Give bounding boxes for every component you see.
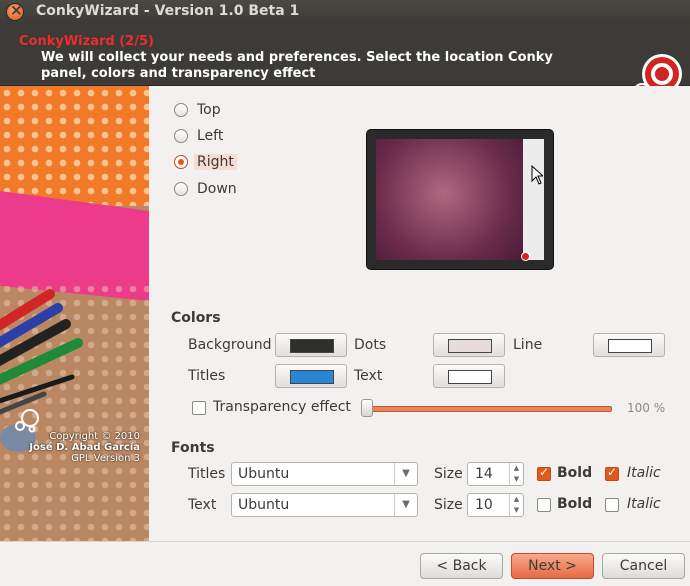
wizard-step: ConkyWizard (2/5) [19, 34, 154, 49]
spinner-arrows-icon[interactable]: ▲ ▼ [509, 494, 523, 516]
window-title: ConkyWizard - Version 1.0 Beta 1 [36, 3, 300, 19]
title-bar: ConkyWizard - Version 1.0 Beta 1 [0, 0, 690, 24]
text-font-value: Ubuntu [238, 497, 290, 513]
titles-color-label: Titles [188, 368, 226, 384]
titles-color-button[interactable] [275, 364, 347, 388]
titles-size-label: Size [434, 466, 463, 482]
credit-line: José D. Abad García [29, 442, 140, 453]
radio-left[interactable]: Left [174, 126, 223, 146]
wizard-header: ConkyWizard (2/5) We will collect your n… [0, 24, 690, 104]
titles-font-value: Ubuntu [238, 466, 290, 482]
cancel-button[interactable]: Cancel [602, 553, 685, 579]
text-size-label: Size [434, 497, 463, 513]
titles-italic-label: Italic [627, 465, 661, 481]
chevron-down-icon: ▼ [394, 463, 417, 485]
text-italic-checkbox[interactable] [605, 498, 619, 512]
text-size-value: 10 [475, 497, 493, 513]
spinner-arrows-icon[interactable]: ▲ ▼ [509, 463, 523, 485]
dots-label: Dots [354, 337, 387, 353]
radio-button[interactable] [174, 129, 188, 143]
titles-bold-checkbox[interactable] [537, 465, 551, 481]
text-size-spinner[interactable]: 10 ▲ ▼ [467, 493, 524, 517]
next-button[interactable]: Next > [511, 553, 594, 579]
position-preview [367, 130, 553, 269]
text-bold-label: Bold [557, 496, 593, 512]
transparency-value: 100 % [627, 401, 666, 415]
text-font-select[interactable]: Ubuntu ▼ [231, 493, 418, 517]
dots-swatch [448, 339, 492, 353]
pens-image [0, 86, 149, 541]
text-swatch [448, 370, 492, 384]
credit-line: Copyright © 2010 [49, 431, 140, 442]
titles-size-spinner[interactable]: 14 ▲ ▼ [467, 462, 524, 486]
colors-heading: Colors [171, 310, 221, 326]
dots-color-button[interactable] [433, 333, 505, 357]
transparency-slider-handle[interactable] [361, 399, 373, 417]
radio-label: Down [197, 181, 237, 197]
credit-line: GPL Version 3 [71, 453, 140, 464]
transparency-slider[interactable] [365, 406, 612, 412]
radio-button[interactable] [174, 155, 188, 169]
preview-screen [376, 139, 544, 261]
background-label: Background [188, 337, 272, 353]
fonts-heading: Fonts [171, 440, 215, 456]
radio-button[interactable] [174, 182, 188, 196]
radio-label: Top [197, 102, 221, 118]
radio-down[interactable]: Down [174, 179, 237, 199]
wizard-description: We will collect your needs and preferenc… [41, 50, 553, 81]
line-color-button[interactable] [593, 333, 665, 357]
transparency-label: Transparency effect [213, 399, 351, 415]
sidebar-illustration: Copyright © 2010 José D. Abad García GPL… [0, 86, 149, 541]
text-bold-checkbox[interactable] [537, 498, 551, 512]
text-font-label: Text [188, 497, 217, 513]
titles-bold-label: Bold [557, 465, 593, 481]
text-italic-label: Italic [627, 496, 661, 512]
background-color-button[interactable] [275, 333, 347, 357]
line-swatch [608, 339, 652, 353]
credits: Copyright © 2010 José D. Abad García GPL… [29, 431, 140, 464]
titles-size-value: 14 [475, 466, 493, 482]
close-icon[interactable] [7, 1, 23, 20]
radio-button[interactable] [174, 103, 188, 117]
text-color-button[interactable] [433, 364, 505, 388]
transparency-checkbox[interactable] [192, 401, 206, 415]
radio-label: Left [197, 128, 224, 144]
radio-top[interactable]: Top [174, 100, 221, 120]
preview-logo-icon [521, 252, 530, 261]
titles-font-label: Titles [188, 466, 226, 482]
preview-conky-panel [523, 139, 544, 260]
mouse-cursor-icon [531, 165, 543, 185]
titles-italic-checkbox[interactable] [605, 465, 619, 481]
background-swatch [290, 339, 334, 353]
radio-label: Right [194, 154, 237, 170]
line-label: Line [513, 337, 543, 353]
text-color-label: Text [354, 368, 383, 384]
titles-font-select[interactable]: Ubuntu ▼ [231, 462, 418, 486]
chevron-down-icon: ▼ [394, 494, 417, 516]
radio-right[interactable]: Right [174, 152, 237, 172]
titles-swatch [290, 370, 334, 384]
back-button[interactable]: < Back [420, 553, 503, 579]
